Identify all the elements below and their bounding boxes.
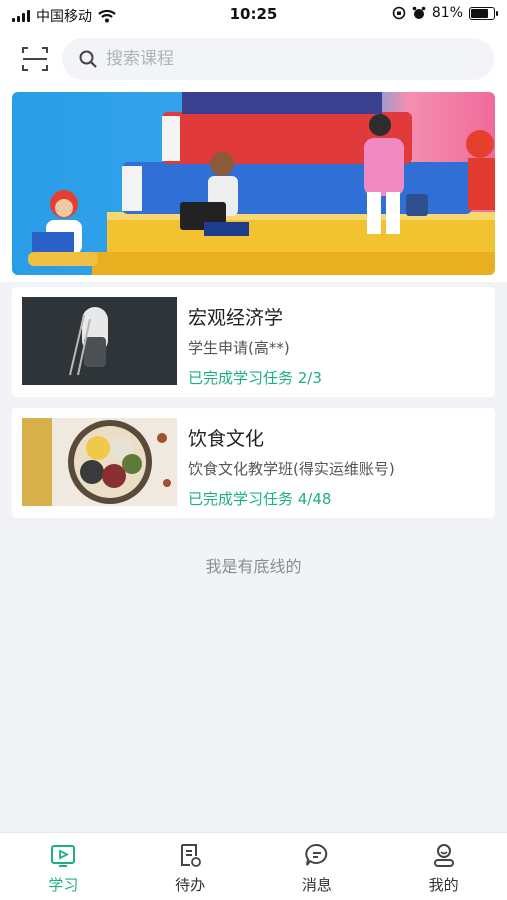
tab-bar: 学习 待办 消息 我的 [0,832,507,900]
battery-icon [469,6,498,20]
todo-list-icon [181,844,202,867]
tab-study[interactable]: 学习 [0,833,127,900]
course-class: 学生申请(高**) [188,339,290,357]
tab-label: 消息 [301,876,332,894]
search-bar[interactable] [62,38,494,80]
status-bar: 中国移动 10:25 81% [0,0,507,30]
search-icon [79,50,97,68]
course-title: 宏观经济学 [188,307,284,329]
search-header [0,30,507,90]
status-right: 81% [392,5,498,21]
play-screen-icon [51,845,76,867]
end-of-list-text: 我是有底线的 [205,557,302,576]
tab-label: 待办 [175,876,206,894]
profile-icon [433,844,454,867]
tab-profile[interactable]: 我的 [380,833,507,900]
course-class: 饮食文化教学班(得实运维账号) [188,460,395,478]
battery-fill [471,8,488,18]
orientation-lock-icon [392,6,406,20]
search-input[interactable] [106,49,466,69]
course-thumbnail [22,418,177,506]
course-card[interactable]: 宏观经济学 学生申请(高**) 已完成学习任务 2/3 [12,287,495,397]
tab-label: 学习 [48,876,79,894]
scan-icon[interactable] [20,44,50,74]
course-thumbnail [22,297,177,385]
banner-section [0,90,507,282]
course-progress: 已完成学习任务 4/48 [188,490,332,508]
tab-todo[interactable]: 待办 [127,833,254,900]
course-title: 饮食文化 [188,428,265,450]
tab-messages[interactable]: 消息 [254,833,381,900]
alarm-icon [412,6,426,19]
course-progress: 已完成学习任务 2/3 [188,369,322,387]
chat-bubble-icon [305,843,328,866]
tab-label: 我的 [428,876,459,894]
battery-percent: 81% [431,5,463,21]
banner-illustration[interactable] [12,92,495,275]
course-card[interactable]: 饮食文化 饮食文化教学班(得实运维账号) 已完成学习任务 4/48 [12,408,495,518]
